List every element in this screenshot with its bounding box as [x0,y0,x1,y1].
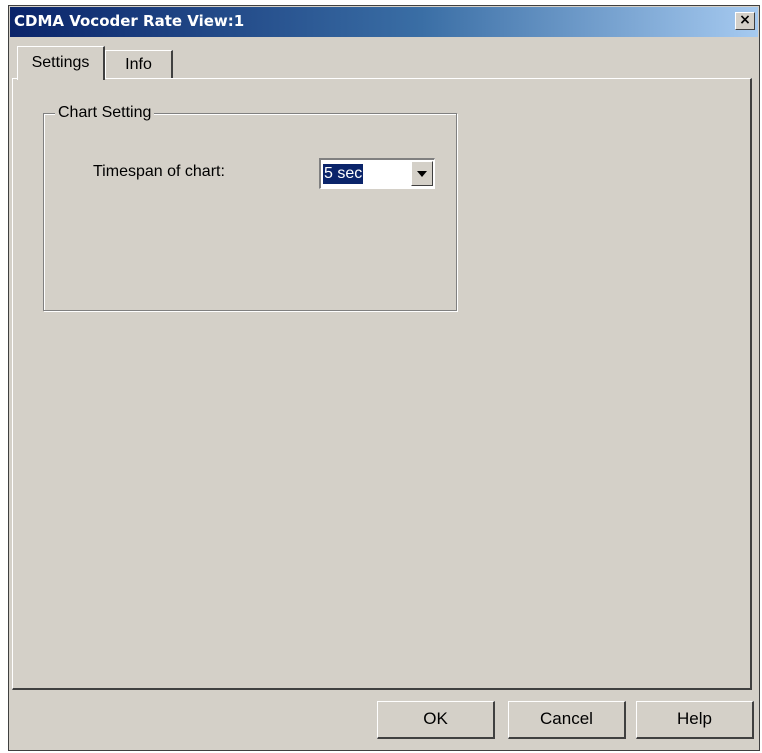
chevron-down-icon [417,171,427,177]
timespan-select[interactable]: 5 sec [319,158,435,189]
dropdown-button[interactable] [411,161,433,186]
window-title: CDMA Vocoder Rate View:1 [14,12,245,30]
close-button[interactable]: × [735,12,755,30]
tab-info[interactable]: Info [105,50,173,78]
cancel-button[interactable]: Cancel [508,701,626,739]
tab-settings[interactable]: Settings [17,46,105,80]
ok-button[interactable]: OK [377,701,495,739]
help-button[interactable]: Help [636,701,754,739]
timespan-selected-value: 5 sec [323,164,364,184]
tab-settings-label: Settings [31,54,90,71]
chart-setting-group [43,113,457,311]
tab-info-label: Info [125,56,152,73]
timespan-label: Timespan of chart: [93,163,225,180]
title-bar[interactable]: CDMA Vocoder Rate View:1 × [10,7,758,37]
close-icon: × [739,12,751,28]
chart-setting-group-label: Chart Setting [55,104,155,122]
